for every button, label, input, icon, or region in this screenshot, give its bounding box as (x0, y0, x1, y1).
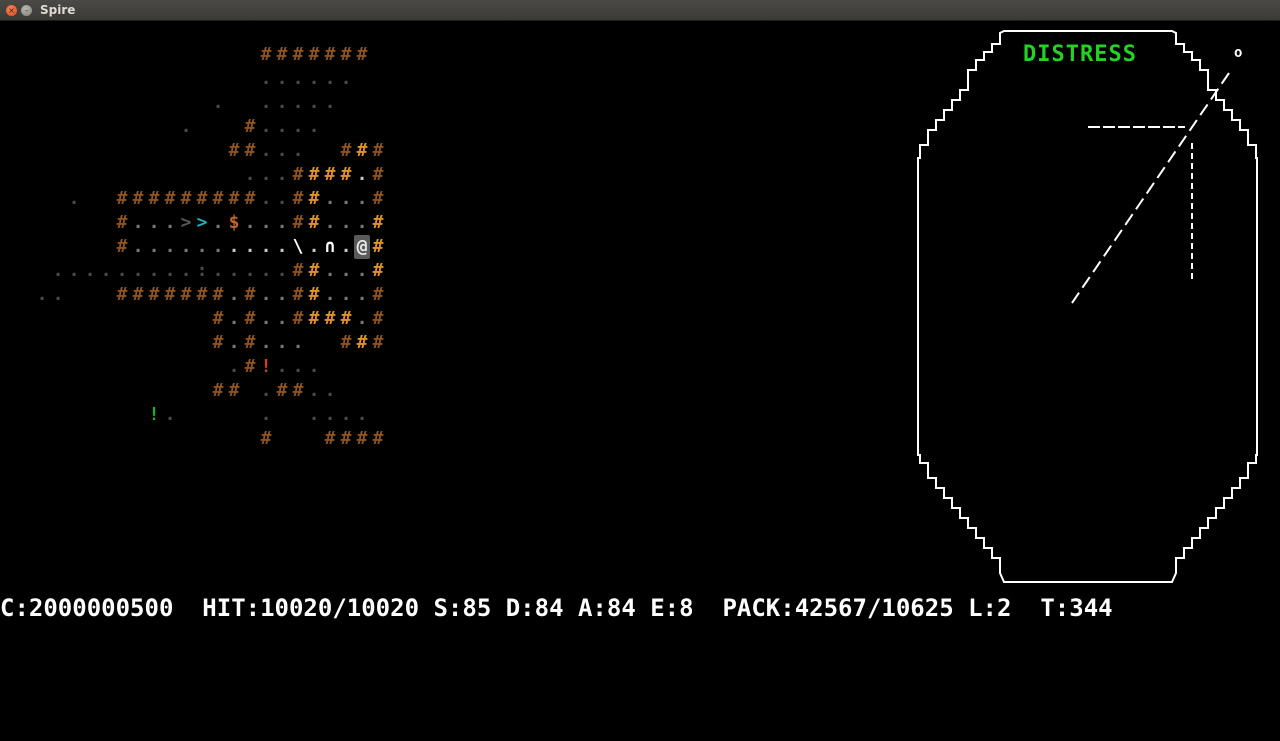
distress-radar: o (917, 30, 1258, 583)
radar-corner-mark: o (1234, 45, 1242, 61)
radar-frame (917, 30, 1258, 583)
distress-label: DISTRESS (1023, 42, 1137, 67)
status-line: C:2000000500 HIT:10020/10020 S:85 D:84 A… (0, 594, 1113, 622)
radar-sweep-line (1071, 72, 1230, 304)
